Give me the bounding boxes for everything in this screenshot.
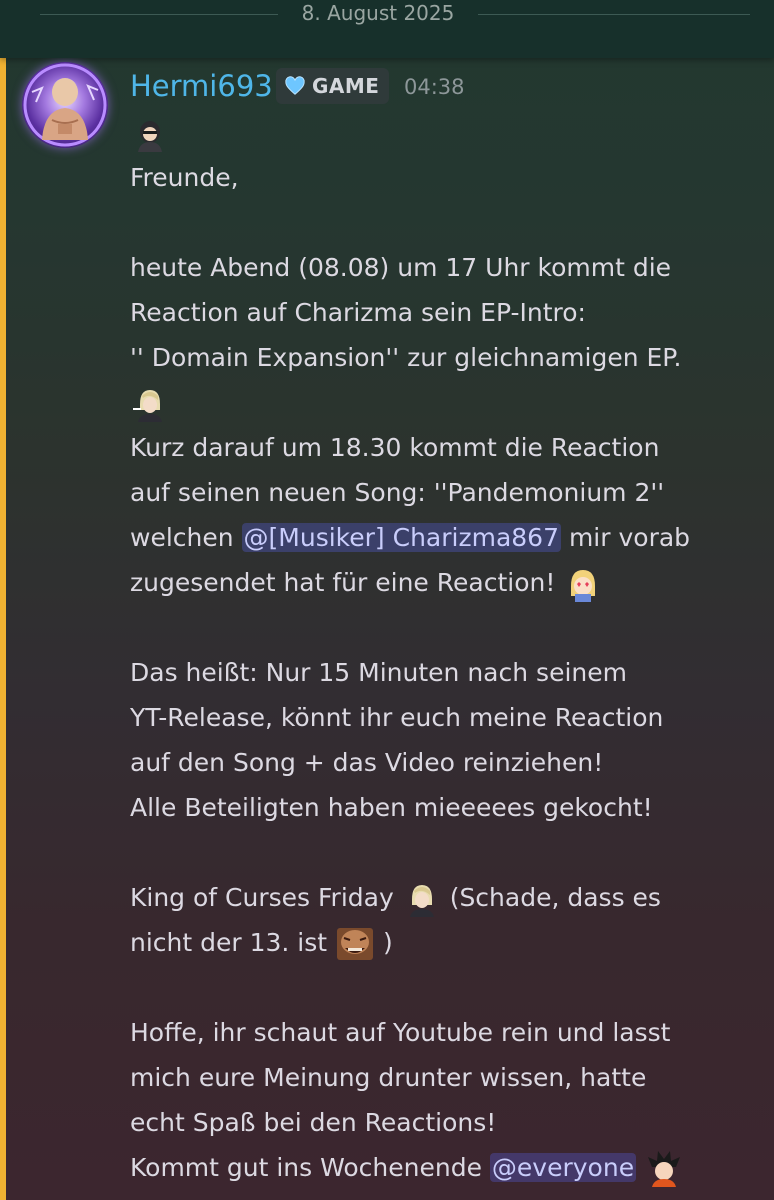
message-text: King of Curses Friday xyxy=(130,883,394,912)
message-line: auf den Song + das Video reinziehen! xyxy=(130,748,604,777)
message-line: Alle Beteiligten haben mieeeees gekocht! xyxy=(130,793,653,822)
date-divider-label: 8. August 2025 xyxy=(301,1,455,25)
message-text: welchen xyxy=(130,523,234,552)
message-line: heute Abend (08.08) um 17 Uhr kommt die xyxy=(130,253,672,282)
message-text: (Schade, dass es xyxy=(449,883,661,912)
message-text: zugesendet hat für eine Reaction! xyxy=(130,568,556,597)
avatar[interactable] xyxy=(22,62,108,148)
message-line-with-mention: Kommt gut ins Wochenende @everyone xyxy=(130,1145,760,1190)
message-text: nicht der 13. ist xyxy=(130,928,328,957)
message-text: Kommt gut ins Wochenende xyxy=(130,1153,482,1182)
username[interactable]: Hermi693 xyxy=(130,68,273,104)
message-line: mich eure Meinung drunter wissen, hatte xyxy=(130,1063,647,1092)
custom-emoji-hooded-character-icon[interactable] xyxy=(130,114,170,154)
divider-line-left xyxy=(40,14,278,15)
message-timestamp[interactable]: 04:38 xyxy=(404,75,465,99)
custom-emoji-laughing-face-icon[interactable] xyxy=(335,924,375,964)
mention-indicator-bar xyxy=(0,58,6,1200)
message-line-with-mention: welchen @[Musiker] Charizma867 mir vorab xyxy=(130,515,760,560)
emoji-line xyxy=(130,380,760,425)
message-text: ) xyxy=(383,928,393,957)
message-line: Hoffe, ihr schaut auf Youtube rein und l… xyxy=(130,1018,671,1047)
date-divider: 8. August 2025 xyxy=(0,0,774,58)
message-line-with-emoji: nicht der 13. ist ) xyxy=(130,920,760,965)
message-line: Das heißt: Nur 15 Minuten nach seinem xyxy=(130,658,627,687)
emoji-line xyxy=(130,110,760,155)
server-tag[interactable]: GAME xyxy=(276,68,390,104)
custom-emoji-blond-character-icon[interactable] xyxy=(402,879,442,919)
message-line: Reaction auf Charizma sein EP-Intro: xyxy=(130,298,586,327)
server-tag-label: GAME xyxy=(312,74,380,98)
custom-emoji-heart-eyes-girl-icon[interactable] xyxy=(563,564,603,604)
message-content: Freunde, heute Abend (08.08) um 17 Uhr k… xyxy=(130,110,760,1190)
message-line: echt Spaß bei den Reactions! xyxy=(130,1108,497,1137)
message-line: '' Domain Expansion'' zur gleichnamigen … xyxy=(130,343,682,372)
message-line: Freunde, xyxy=(130,163,239,192)
custom-emoji-goku-icon[interactable] xyxy=(644,1149,684,1189)
message-line-with-emoji: King of Curses Friday (Schade, dass es xyxy=(130,875,760,920)
message-text: mir vorab xyxy=(568,523,691,552)
everyone-mention[interactable]: @everyone xyxy=(489,1153,637,1182)
custom-emoji-blond-character-icon[interactable] xyxy=(130,384,170,424)
message-line: auf seinen neuen Song: ''Pandemonium 2'' xyxy=(130,478,665,507)
heart-icon xyxy=(285,76,305,95)
message-line-with-emoji: zugesendet hat für eine Reaction! xyxy=(130,560,760,605)
message-line: Kurz darauf um 18.30 kommt die Reaction xyxy=(130,433,660,462)
message-line: YT-Release, könnt ihr euch meine Reactio… xyxy=(130,703,664,732)
user-mention[interactable]: @[Musiker] Charizma867 xyxy=(241,523,561,552)
divider-line-right xyxy=(478,14,750,15)
